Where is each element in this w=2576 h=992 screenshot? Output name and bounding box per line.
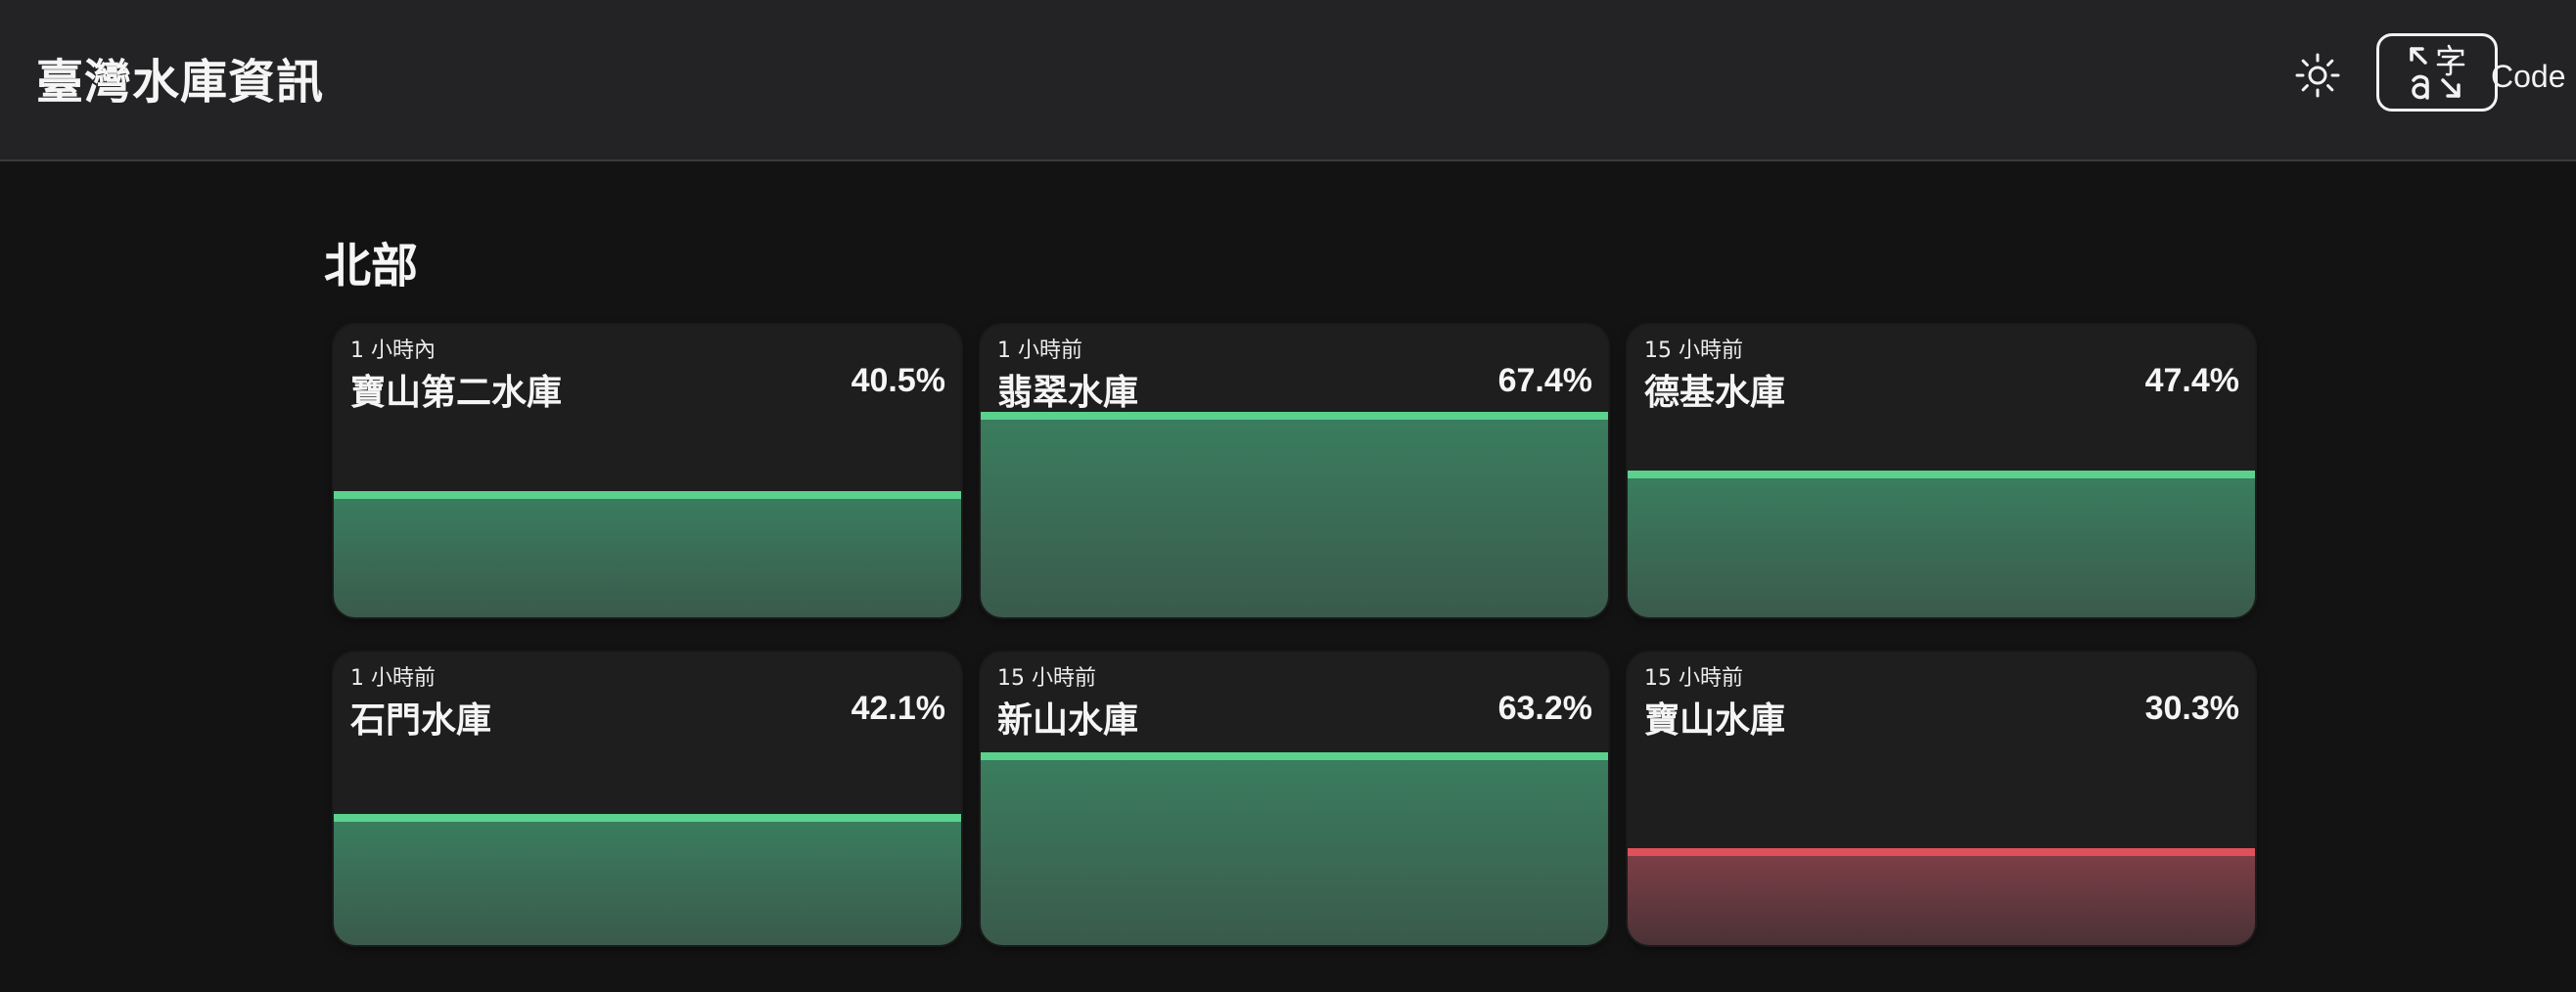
reservoir-percentage: 63.2% <box>1497 690 1592 727</box>
reservoir-percentage: 47.4% <box>2144 362 2239 399</box>
update-time: 15 小時前 <box>997 666 1096 691</box>
code-link[interactable]: Code <box>2491 59 2566 95</box>
theme-toggle-button[interactable] <box>2291 49 2344 102</box>
reservoir-percentage: 42.1% <box>851 690 945 727</box>
region-heading: 北部 <box>324 239 419 293</box>
app: 臺灣水庫資訊 Code 北部 1 小時內 寶山第二水庫 40.5% 1 小時前 … <box>0 0 2576 992</box>
water-level-fill <box>1628 471 2255 617</box>
top-bar: 臺灣水庫資訊 Code <box>0 0 2576 161</box>
app-title: 臺灣水庫資訊 <box>36 55 325 110</box>
water-level-fill <box>334 491 961 617</box>
reservoir-percentage: 40.5% <box>851 362 945 399</box>
water-level-fill <box>1628 848 2255 945</box>
reservoir-card[interactable]: 1 小時內 寶山第二水庫 40.5% <box>334 325 961 617</box>
reservoir-name: 翡翠水庫 <box>997 373 1139 413</box>
reservoir-percentage: 30.3% <box>2144 690 2239 727</box>
reservoir-card[interactable]: 15 小時前 德基水庫 47.4% <box>1628 325 2255 617</box>
sun-icon <box>2295 53 2340 98</box>
language-toggle-button[interactable] <box>2376 33 2498 112</box>
reservoir-percentage: 67.4% <box>1497 362 1592 399</box>
reservoir-card[interactable]: 1 小時前 石門水庫 42.1% <box>334 653 961 945</box>
water-level-fill <box>334 814 961 945</box>
reservoir-card[interactable]: 15 小時前 新山水庫 63.2% <box>981 653 1608 945</box>
reservoir-card[interactable]: 15 小時前 寶山水庫 30.3% <box>1628 653 2255 945</box>
reservoir-name: 寶山水庫 <box>1644 700 1786 741</box>
water-level-fill <box>981 412 1608 617</box>
reservoir-name: 寶山第二水庫 <box>350 373 563 413</box>
reservoir-name: 德基水庫 <box>1644 373 1786 413</box>
update-time: 15 小時前 <box>1644 338 1743 363</box>
reservoir-name: 石門水庫 <box>350 700 492 741</box>
update-time: 15 小時前 <box>1644 666 1743 691</box>
reservoir-card[interactable]: 1 小時前 翡翠水庫 67.4% <box>981 325 1608 617</box>
update-time: 1 小時前 <box>997 338 1082 363</box>
water-level-fill <box>981 752 1608 945</box>
reservoir-name: 新山水庫 <box>997 700 1139 741</box>
update-time: 1 小時前 <box>350 666 436 691</box>
update-time: 1 小時內 <box>350 338 436 363</box>
translate-icon <box>2410 44 2465 100</box>
